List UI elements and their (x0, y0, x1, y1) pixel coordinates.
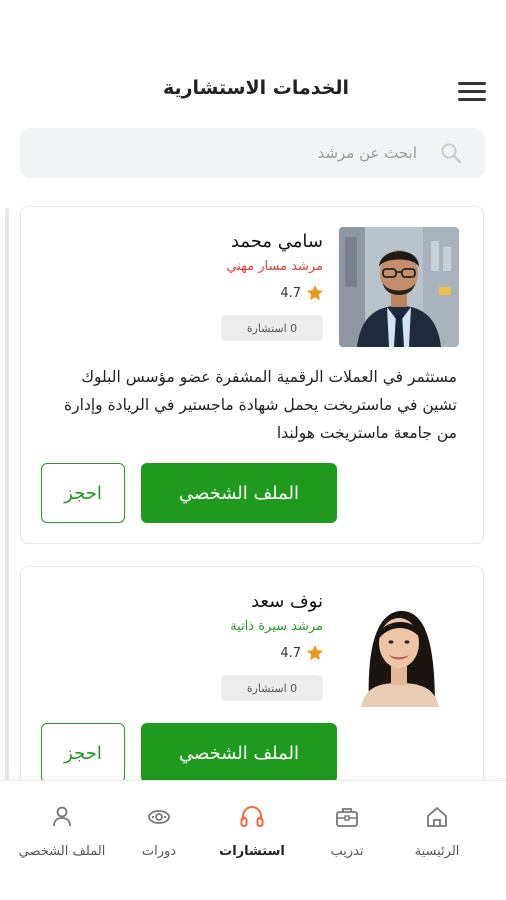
nav-label: دورات (141, 844, 177, 859)
search-input[interactable] (87, 138, 417, 168)
book-button[interactable]: احجز (41, 723, 125, 783)
page-title: الخدمات الاستشارية (162, 77, 350, 99)
nav-item-training[interactable]: تدريب (302, 803, 392, 860)
mentor-role: مرشد سيرة ذاتية (230, 619, 323, 634)
mentor-card: سامي محمد مرشد مسار مهني 4.7 0 استشارة م… (20, 206, 484, 544)
nav-item-profile[interactable]: الملف الشخصي (17, 803, 107, 860)
mentor-name: سامي محمد (230, 231, 323, 252)
search-icon[interactable] (439, 141, 463, 165)
mentor-rating: 4.7 (280, 283, 325, 303)
nav-label: الرئيسية (414, 844, 460, 859)
briefcase-icon (336, 808, 358, 827)
consultations-badge: 0 استشارة (221, 315, 323, 341)
app-screen: الخدمات الاستشارية ابحث عن مرشد سامي محم… (0, 0, 506, 900)
mentor-role: مرشد مسار مهني (226, 259, 323, 274)
header: الخدمات الاستشارية (0, 60, 506, 120)
nav-item-consultations[interactable]: استشارات (207, 803, 297, 860)
headphones-icon (240, 805, 264, 827)
user-icon (53, 806, 71, 827)
scrollbar[interactable] (5, 208, 9, 780)
nav-label: الملف الشخصي (18, 844, 106, 859)
profile-button[interactable]: الملف الشخصي (141, 723, 337, 783)
search-bar[interactable] (20, 128, 485, 178)
nav-label: تدريب (330, 844, 364, 859)
consultations-badge: 0 استشارة (221, 675, 323, 701)
home-icon (427, 807, 447, 827)
mentor-photo (339, 227, 459, 347)
nav-item-courses[interactable]: دورات (114, 803, 204, 860)
profile-button[interactable]: الملف الشخصي (141, 463, 337, 523)
nav-label: استشارات (219, 844, 285, 859)
star-icon (307, 285, 323, 301)
webcam-icon (148, 810, 170, 824)
mentor-photo (339, 587, 459, 707)
mentor-name: نوف سعد (251, 591, 323, 612)
mentor-bio: مستثمر في العملات الرقمية المشفرة عضو مؤ… (64, 368, 457, 442)
nav-item-home[interactable]: الرئيسية (392, 803, 482, 860)
rating-value: 4.7 (280, 285, 301, 301)
book-button[interactable]: احجز (41, 463, 125, 523)
rating-value: 4.7 (280, 645, 301, 661)
star-icon (307, 645, 323, 661)
bottom-nav: الرئيسية تدريب استشارات دورات الملف الشخ… (0, 780, 506, 900)
mentor-rating: 4.7 (280, 643, 325, 663)
